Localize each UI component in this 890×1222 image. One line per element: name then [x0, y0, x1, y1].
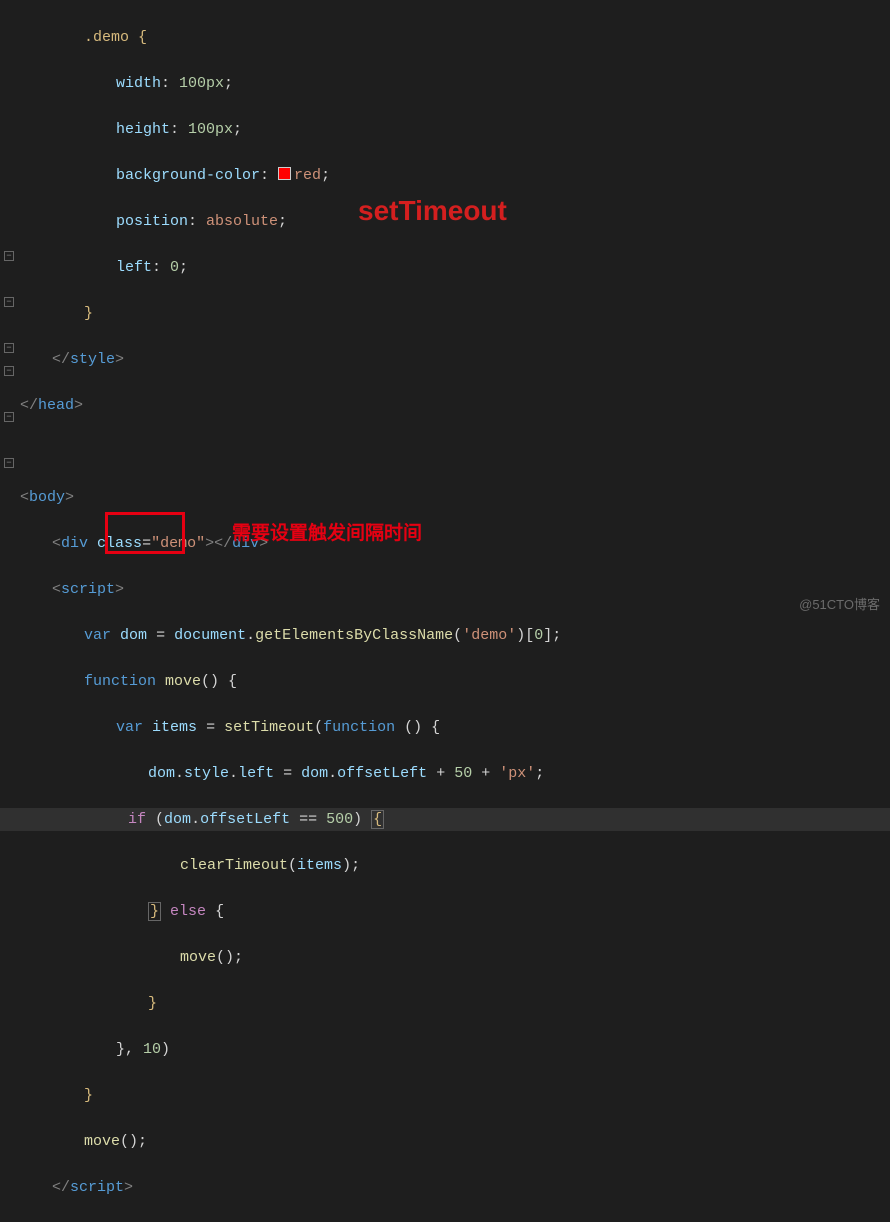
tag-body: body — [29, 489, 65, 506]
css-selector: .demo { — [84, 29, 147, 46]
brace-highlight: { — [371, 810, 384, 829]
css-prop: width — [116, 75, 161, 92]
css-value: red — [294, 167, 321, 184]
fold-marker-icon[interactable]: − — [4, 297, 14, 307]
tag-style-close: style — [70, 351, 115, 368]
brace-highlight: } — [148, 902, 161, 921]
fold-marker-icon[interactable]: − — [4, 366, 14, 376]
delay-value: 10 — [143, 1041, 161, 1058]
tag-div: div — [61, 535, 88, 552]
attr-value: "demo" — [151, 535, 205, 552]
fold-marker-icon[interactable]: − — [4, 343, 14, 353]
css-value: 100px — [188, 121, 233, 138]
annotation-text: 需要设置触发间隔时间 — [232, 518, 422, 545]
css-value: 0 — [170, 259, 179, 276]
color-swatch-icon[interactable] — [278, 167, 291, 180]
fold-marker-icon[interactable]: − — [4, 251, 14, 261]
overlay-title: setTimeout — [358, 195, 507, 227]
fold-marker-icon[interactable]: − — [4, 458, 14, 468]
attr-class: class — [97, 535, 142, 552]
css-value: 100px — [179, 75, 224, 92]
css-prop: left — [116, 259, 152, 276]
css-prop: height — [116, 121, 170, 138]
code-editor[interactable]: .demo { width: 100px; height: 100px; bac… — [20, 3, 890, 1222]
fold-marker-icon[interactable]: − — [4, 412, 14, 422]
fold-gutter: − − − − − − — [0, 0, 20, 619]
css-prop: position — [116, 213, 188, 230]
tag-head-close: head — [38, 397, 74, 414]
tag-script: script — [61, 581, 115, 598]
css-prop: background-color — [116, 167, 260, 184]
css-value: absolute — [206, 213, 278, 230]
watermark: @51CTO博客 — [799, 594, 880, 613]
